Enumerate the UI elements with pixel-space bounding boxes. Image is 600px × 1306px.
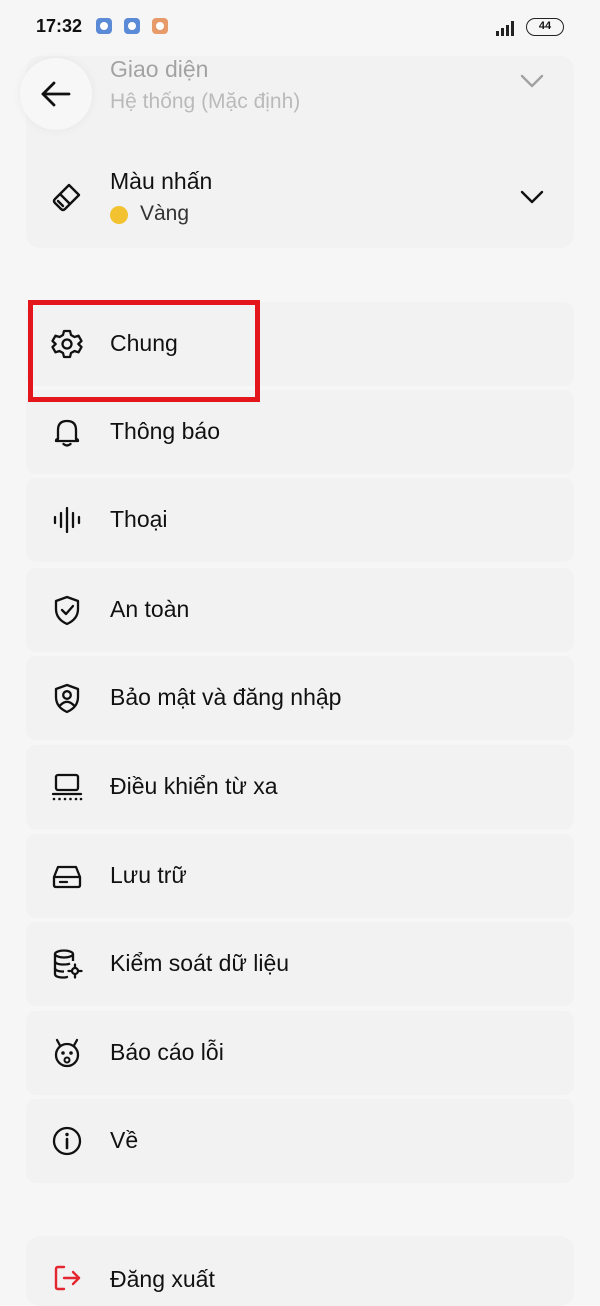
menu-item-label: Về (110, 1127, 139, 1153)
accent-value: Vàng (140, 202, 190, 225)
menu-item-general[interactable]: Chung (26, 302, 574, 386)
menu-item-data-controls[interactable]: Kiểm soát dữ liệu (26, 922, 574, 1006)
bug-icon (50, 1036, 84, 1070)
back-button[interactable] (20, 58, 92, 130)
menu-item-label: Điều khiển từ xa (110, 773, 278, 799)
bell-icon (50, 415, 84, 449)
menu-item-security-login[interactable]: Bảo mật và đăng nhập (26, 656, 574, 740)
storage-icon (50, 859, 84, 893)
shield-user-icon (50, 681, 84, 715)
menu-item-notifications[interactable]: Thông báo (26, 390, 574, 474)
battery-level: 44 (538, 20, 552, 32)
menu-item-label: Bảo mật và đăng nhập (110, 684, 342, 710)
menu-item-report-bug[interactable]: Báo cáo lỗi (26, 1011, 574, 1095)
menu-item-remote-control[interactable]: Điều khiển từ xa (26, 745, 574, 829)
logout-label: Đăng xuất (110, 1266, 215, 1292)
menu-item-safety[interactable]: An toàn (26, 568, 574, 652)
voice-waveform-icon (50, 503, 84, 537)
notification-icon (124, 18, 140, 34)
accent-color-setting[interactable]: Màu nhấn Vàng (26, 160, 574, 240)
remote-device-icon (50, 770, 84, 804)
info-icon (50, 1124, 84, 1158)
status-bar: 17:32 44 (0, 0, 600, 56)
logout-icon (50, 1261, 84, 1295)
menu-item-voice[interactable]: Thoại (26, 478, 574, 562)
notification-icon (96, 18, 112, 34)
menu-item-label: Chung (110, 330, 178, 356)
theme-value: Hệ thống (Mặc định) (110, 90, 301, 113)
menu-item-label: Báo cáo lỗi (110, 1039, 224, 1065)
signal-icon (496, 21, 514, 36)
accent-color-swatch (110, 206, 128, 224)
accent-title: Màu nhấn (110, 168, 213, 194)
menu-item-about[interactable]: Về (26, 1099, 574, 1183)
theme-title: Giao diện (110, 56, 209, 82)
status-time: 17:32 (36, 16, 83, 36)
menu-item-label: Lưu trữ (110, 862, 187, 888)
paintbrush-icon (52, 183, 81, 212)
chevron-down-icon (520, 190, 544, 204)
menu-item-label: Thông báo (110, 418, 220, 444)
menu-item-label: Kiểm soát dữ liệu (110, 950, 290, 976)
gear-icon (50, 327, 84, 361)
menu-item-label: Thoại (110, 506, 168, 532)
shield-check-icon (50, 593, 84, 627)
menu-item-storage[interactable]: Lưu trữ (26, 834, 574, 918)
arrow-left-icon (41, 81, 71, 107)
theme-setting[interactable]: Giao diện Hệ thống (Mặc định) (26, 56, 574, 142)
chevron-down-icon (520, 74, 544, 88)
menu-item-label: An toàn (110, 596, 190, 622)
logout-button[interactable]: Đăng xuất (26, 1236, 574, 1306)
database-settings-icon (50, 947, 84, 981)
battery-icon: 44 (526, 18, 564, 36)
notification-icon (152, 18, 168, 34)
